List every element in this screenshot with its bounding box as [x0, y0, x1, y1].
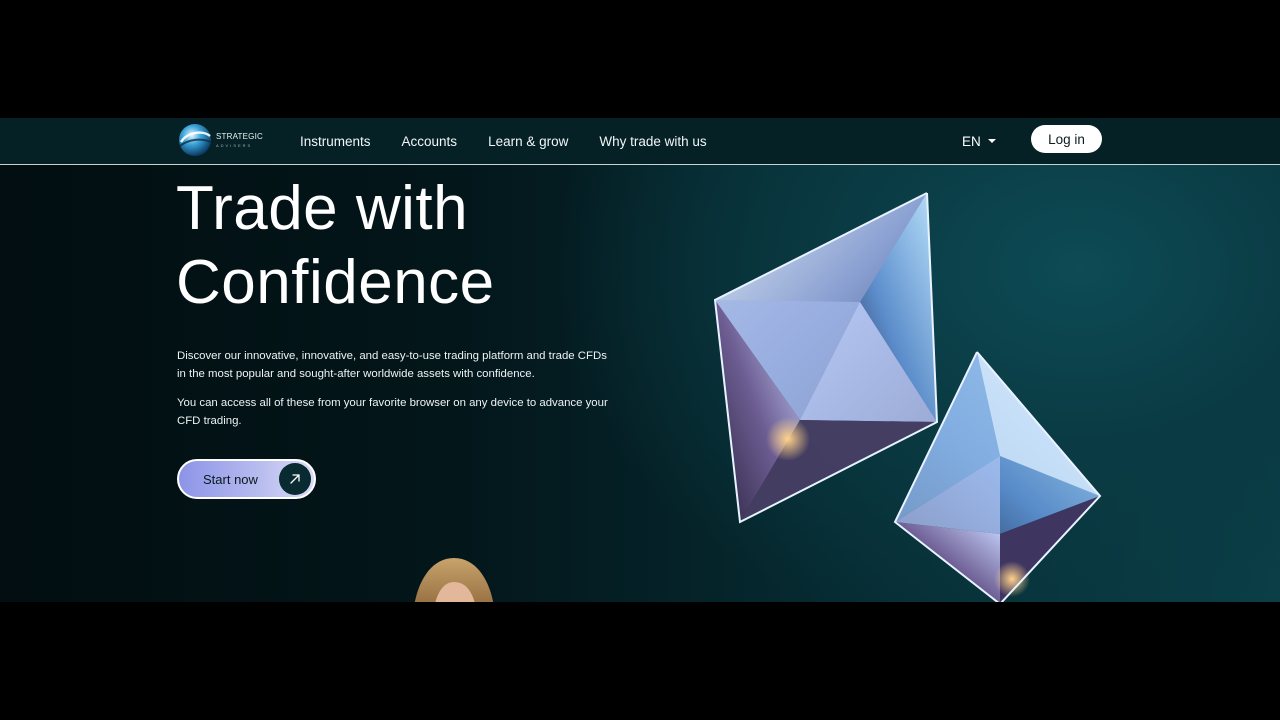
start-now-label: Start now	[203, 471, 258, 487]
nav-links: Instruments Accounts Learn & grow Why tr…	[300, 118, 738, 165]
page-viewport: STRATEGIC ADVISERS Instruments Accounts …	[0, 118, 1280, 602]
nav-link-accounts[interactable]: Accounts	[402, 134, 458, 149]
nav-link-instruments[interactable]: Instruments	[300, 134, 371, 149]
brand-logo[interactable]: STRATEGIC ADVISERS	[177, 121, 267, 159]
login-button[interactable]: Log in	[1031, 125, 1102, 153]
brand-name-line2: ADVISERS	[216, 142, 253, 148]
arrow-up-right-icon	[279, 463, 311, 495]
person-photo	[414, 558, 494, 602]
nav-link-why-trade[interactable]: Why trade with us	[599, 134, 706, 149]
hero-title-line2: Confidence	[176, 248, 495, 317]
start-now-button[interactable]: Start now	[177, 459, 316, 499]
crystal-ethereum-illustration	[713, 192, 1102, 602]
letterbox-bottom	[0, 602, 1280, 720]
brand-name: STRATEGIC ADVISERS	[216, 131, 263, 148]
hero-access-note: You can access all of these from your fa…	[177, 397, 608, 427]
brand-name-line1: STRATEGIC	[216, 131, 263, 141]
language-selector[interactable]: EN	[962, 130, 996, 152]
letterbox-top	[0, 0, 1280, 118]
globe-swirl-logo-icon	[179, 124, 212, 156]
hero-title: Trade with Confidence	[176, 172, 736, 320]
nav-link-learn-grow[interactable]: Learn & grow	[488, 134, 568, 149]
hero-description: Discover our innovative, innovative, and…	[177, 350, 607, 380]
hero-title-line1: Trade with	[176, 174, 469, 243]
language-label: EN	[962, 133, 981, 149]
chevron-down-icon	[987, 139, 996, 143]
top-navbar: STRATEGIC ADVISERS Instruments Accounts …	[0, 118, 1280, 165]
